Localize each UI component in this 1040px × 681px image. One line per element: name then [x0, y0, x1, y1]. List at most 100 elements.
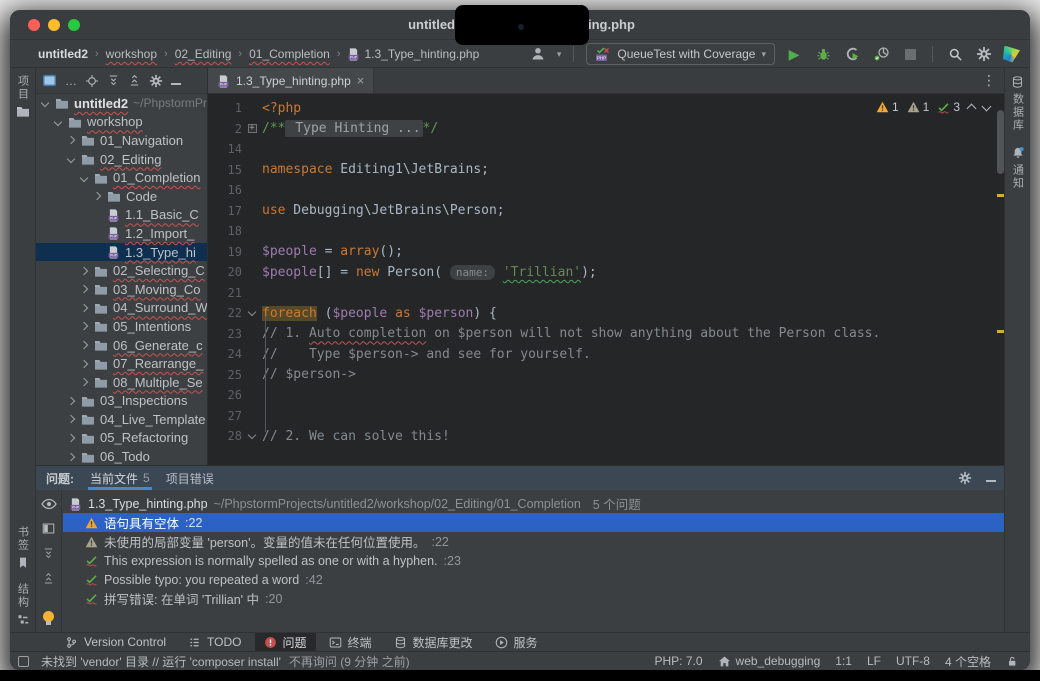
problem-row[interactable]: This expression is normally spelled as o…: [63, 551, 1006, 570]
tool-window-button-终端[interactable]: 终端: [320, 633, 381, 652]
tool-window-button-问题[interactable]: 问题: [255, 633, 316, 652]
tree-row[interactable]: 07_Rearrange_: [36, 354, 207, 373]
editor-scrollbar[interactable]: [997, 110, 1004, 174]
problem-row[interactable]: 未使用的局部变量 'person'。变量的值未在任何位置使用。:22: [63, 532, 1006, 551]
tree-row[interactable]: PHP1.1_Basic_C: [36, 206, 207, 225]
tree-chevron-icon[interactable]: [67, 397, 75, 405]
fold-plus-icon[interactable]: +: [248, 124, 257, 133]
tree-row[interactable]: 08_Multiple_Se: [36, 373, 207, 392]
tree-row[interactable]: 03_Moving_Co: [36, 280, 207, 299]
status-item[interactable]: [1006, 655, 1018, 668]
status-item[interactable]: 4 个空格: [945, 653, 991, 670]
problems-settings-gear-icon[interactable]: [958, 471, 972, 485]
tree-chevron-icon[interactable]: [67, 415, 75, 423]
editor-options-icon[interactable]: ⋮: [982, 72, 1006, 93]
settings-gear-icon[interactable]: [974, 44, 994, 64]
tree-row[interactable]: untitled2~/PhpstormPr: [36, 94, 207, 113]
collapse-all-icon[interactable]: [42, 572, 55, 585]
previous-problem-icon[interactable]: [967, 104, 977, 114]
tree-chevron-icon[interactable]: [80, 285, 88, 293]
tree-row[interactable]: 01_Completion: [36, 168, 207, 187]
tree-row[interactable]: 06_Todo: [36, 447, 207, 465]
status-item[interactable]: PHP: 7.0: [655, 654, 703, 668]
tree-row[interactable]: Code: [36, 187, 207, 206]
tree-row[interactable]: 04_Surround_W: [36, 299, 207, 318]
tree-chevron-icon[interactable]: [80, 304, 88, 312]
expand-all-icon[interactable]: [42, 547, 55, 560]
fold-open-icon[interactable]: [248, 431, 256, 439]
status-item[interactable]: web_debugging: [718, 654, 821, 668]
tree-row[interactable]: 03_Inspections: [36, 392, 207, 411]
status-item[interactable]: UTF-8: [896, 654, 930, 668]
fold-marker[interactable]: +: [242, 124, 262, 133]
problem-row[interactable]: 语句具有空体 :22: [63, 513, 1006, 532]
tree-row[interactable]: 05_Intentions: [36, 317, 207, 336]
run-button[interactable]: ▶: [784, 44, 804, 64]
fold-marker[interactable]: [242, 312, 262, 315]
tree-row[interactable]: 06_Generate_c: [36, 336, 207, 355]
run-configuration-select[interactable]: PHP QueueTest with Coverage ▾: [586, 43, 775, 65]
tree-row[interactable]: PHP1.3_Type_hi: [36, 243, 207, 262]
inspection-widget[interactable]: 1 1 3: [876, 100, 990, 114]
fold-open-icon[interactable]: [248, 308, 256, 316]
preview-toggle-icon[interactable]: [42, 522, 55, 535]
tree-chevron-icon[interactable]: [67, 434, 75, 442]
tab-project-errors[interactable]: 项目错误: [166, 466, 214, 490]
tree-chevron-icon[interactable]: [80, 322, 88, 330]
tool-window-button-服务[interactable]: 服务: [486, 633, 547, 652]
status-item[interactable]: LF: [867, 654, 881, 668]
tool-window-quick-access-icon[interactable]: [18, 656, 29, 667]
tree-chevron-icon[interactable]: [80, 378, 88, 386]
editor-tab[interactable]: PHP 1.3_Type_hinting.php ×: [208, 68, 374, 93]
breadcrumb-item[interactable]: 02_Editing: [175, 47, 232, 61]
debug-button[interactable]: [813, 44, 833, 64]
breadcrumb-item[interactable]: PHP1.3_Type_hinting.php: [347, 47, 479, 61]
notifications-tool-button[interactable]: 通知: [1005, 139, 1030, 197]
quick-fix-lightbulb-icon[interactable]: [43, 611, 54, 622]
tree-row[interactable]: 04_Live_Template: [36, 410, 207, 429]
user-icon[interactable]: [528, 44, 548, 64]
chevron-down-icon[interactable]: ▾: [557, 49, 562, 60]
problem-row[interactable]: Possible typo: you repeated a word:42: [63, 570, 1006, 589]
tree-row[interactable]: 02_Editing: [36, 150, 207, 169]
tree-row[interactable]: 01_Navigation: [36, 131, 207, 150]
breadcrumb-item[interactable]: untitled2: [38, 47, 88, 61]
breadcrumb-item[interactable]: workshop: [106, 47, 157, 61]
close-button[interactable]: [28, 19, 40, 31]
bookmarks-tool-button[interactable]: 书签: [10, 519, 35, 576]
status-action-link[interactable]: 不再询问 (9 分钟 之前): [289, 653, 410, 670]
tree-chevron-icon[interactable]: [41, 99, 49, 107]
tree-row[interactable]: workshop: [36, 113, 207, 132]
problems-file-row[interactable]: PHP1.3_Type_hinting.php~/PhpstormProject…: [63, 494, 1006, 513]
tab-current-file[interactable]: 当前文件5: [90, 466, 150, 490]
tree-chevron-icon[interactable]: [67, 136, 75, 144]
profiler-button[interactable]: [871, 44, 891, 64]
expand-all-icon[interactable]: [107, 74, 120, 87]
project-settings-gear-icon[interactable]: [149, 74, 163, 88]
stop-button[interactable]: [900, 44, 920, 64]
tool-window-button-数据库更改[interactable]: 数据库更改: [385, 633, 482, 652]
status-item[interactable]: 1:1: [835, 654, 852, 668]
search-icon[interactable]: [945, 44, 965, 64]
tree-chevron-icon[interactable]: [80, 173, 88, 181]
zoom-button[interactable]: [68, 19, 80, 31]
tree-chevron-icon[interactable]: [67, 452, 75, 460]
project-tool-button[interactable]: 项目: [10, 68, 35, 124]
ide-logo-icon[interactable]: [1003, 46, 1020, 63]
tree-row[interactable]: PHP1.2_Import_: [36, 224, 207, 243]
next-problem-icon[interactable]: [982, 101, 992, 111]
code-editor[interactable]: 1<?php2+/** Type Hinting ...*/1415namesp…: [208, 94, 1006, 465]
tool-window-button-version-control[interactable]: Version Control: [56, 633, 175, 652]
hide-problems-icon[interactable]: [986, 471, 996, 485]
structure-tool-button[interactable]: 结构: [10, 576, 35, 632]
problem-row[interactable]: 拼写错误: 在单词 'Trillian' 中:20: [63, 589, 1006, 608]
tree-row[interactable]: 05_Refactoring: [36, 429, 207, 448]
locate-file-icon[interactable]: [85, 74, 99, 88]
fold-marker[interactable]: [242, 435, 262, 438]
project-view-selector-icon[interactable]: [42, 74, 57, 87]
tree-chevron-icon[interactable]: [67, 155, 75, 163]
close-icon[interactable]: ×: [357, 73, 365, 88]
run-with-coverage-button[interactable]: [842, 44, 862, 64]
tree-chevron-icon[interactable]: [80, 266, 88, 274]
tree-chevron-icon[interactable]: [80, 359, 88, 367]
